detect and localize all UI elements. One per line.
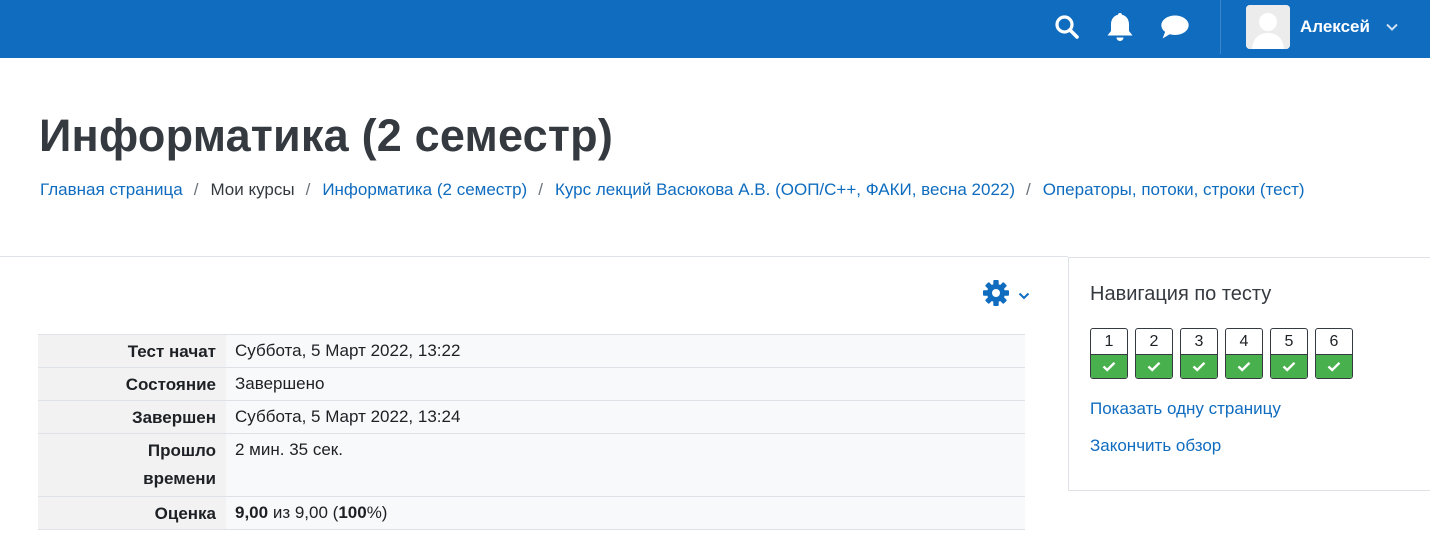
check-icon (1271, 354, 1307, 378)
breadcrumb-separator: / (305, 180, 311, 199)
question-number: 3 (1194, 333, 1204, 350)
breadcrumb-separator: / (193, 180, 199, 199)
bell-icon[interactable] (1105, 12, 1135, 42)
show-one-page-link[interactable]: Показать одну страницу (1090, 399, 1281, 419)
question-number: 2 (1149, 333, 1159, 350)
summary-label: Завершен (38, 400, 226, 434)
breadcrumb-item-course[interactable]: Информатика (2 семестр) (322, 180, 527, 200)
question-number: 1 (1104, 333, 1114, 350)
summary-value: 9,00 из 9,00 (100%) (226, 496, 1025, 530)
question-number: 5 (1284, 333, 1294, 350)
breadcrumb-separator: / (1026, 180, 1031, 199)
check-icon (1316, 354, 1352, 378)
breadcrumb-item-home[interactable]: Главная страница (40, 180, 183, 200)
settings-menu-button[interactable] (982, 279, 1030, 312)
summary-row: Тест начат Суббота, 5 Март 2022, 13:22 (38, 334, 1025, 368)
breadcrumb-separator: / (538, 180, 543, 199)
page-title: Информатика (2 семестр) (39, 110, 613, 161)
summary-label: Состояние (38, 367, 226, 401)
summary-row: Завершен Суббота, 5 Март 2022, 13:24 (38, 400, 1025, 434)
check-icon (1136, 354, 1172, 378)
chevron-down-icon[interactable] (1386, 23, 1398, 31)
breadcrumb-item-quiz[interactable]: Операторы, потоки, строки (тест) (1043, 180, 1305, 200)
question-button-4[interactable]: 4 (1225, 328, 1263, 379)
summary-label: Оценка (38, 496, 226, 530)
top-navbar: Алексей (0, 0, 1430, 58)
grade-close: %) (366, 503, 388, 522)
navbar-divider (1220, 0, 1221, 54)
summary-label-line: времени (143, 469, 216, 488)
summary-row: Оценка 9,00 из 9,00 (100%) (38, 496, 1025, 530)
check-icon (1091, 354, 1127, 378)
summary-value: Суббота, 5 Март 2022, 13:24 (226, 400, 1025, 434)
question-navigation: 1 2 3 4 5 6 (1090, 328, 1360, 379)
grade-value: 9,00 (235, 503, 269, 522)
summary-row: Состояние Завершено (38, 367, 1025, 401)
summary-label-line: Прошло (147, 441, 216, 460)
gear-icon[interactable] (982, 279, 1010, 312)
summary-row: Прошло времени 2 мин. 35 сек. (38, 433, 1025, 497)
quiz-review-summary: Тест начат Суббота, 5 Март 2022, 13:22 С… (38, 334, 1025, 530)
user-name[interactable]: Алексей (1300, 17, 1370, 37)
user-menu[interactable]: Алексей (1246, 5, 1398, 49)
finish-review-link[interactable]: Закончить обзор (1090, 436, 1221, 456)
summary-label: Прошло времени (38, 433, 226, 497)
question-number: 6 (1329, 333, 1339, 350)
search-icon[interactable] (1052, 12, 1082, 42)
summary-value: 2 мин. 35 сек. (226, 433, 1025, 497)
question-button-1[interactable]: 1 (1090, 328, 1128, 379)
summary-label: Тест начат (38, 334, 226, 368)
question-button-5[interactable]: 5 (1270, 328, 1308, 379)
breadcrumb-item-my-courses: Мои курсы (210, 180, 295, 199)
question-button-6[interactable]: 6 (1315, 328, 1353, 379)
header-divider (0, 256, 1068, 257)
avatar[interactable] (1246, 5, 1290, 49)
summary-value: Завершено (226, 367, 1025, 401)
grade-of-text: из 9,00 ( (268, 503, 339, 522)
check-icon (1226, 354, 1262, 378)
chevron-down-icon[interactable] (1018, 292, 1030, 300)
grade-percent: 100 (338, 503, 367, 522)
breadcrumb: Главная страница / Мои курсы / Информати… (40, 180, 1305, 200)
question-button-3[interactable]: 3 (1180, 328, 1218, 379)
summary-value: Суббота, 5 Март 2022, 13:22 (226, 334, 1025, 368)
check-icon (1181, 354, 1217, 378)
message-icon[interactable] (1160, 12, 1190, 42)
quiz-navigation-block: Навигация по тесту 1 2 3 4 5 6 Показать … (1068, 257, 1430, 491)
breadcrumb-item-section[interactable]: Курс лекций Васюкова А.В. (ООП/C++, ФАКИ… (555, 180, 1015, 200)
question-button-2[interactable]: 2 (1135, 328, 1173, 379)
question-number: 4 (1239, 333, 1249, 350)
block-title: Навигация по тесту (1090, 283, 1272, 305)
